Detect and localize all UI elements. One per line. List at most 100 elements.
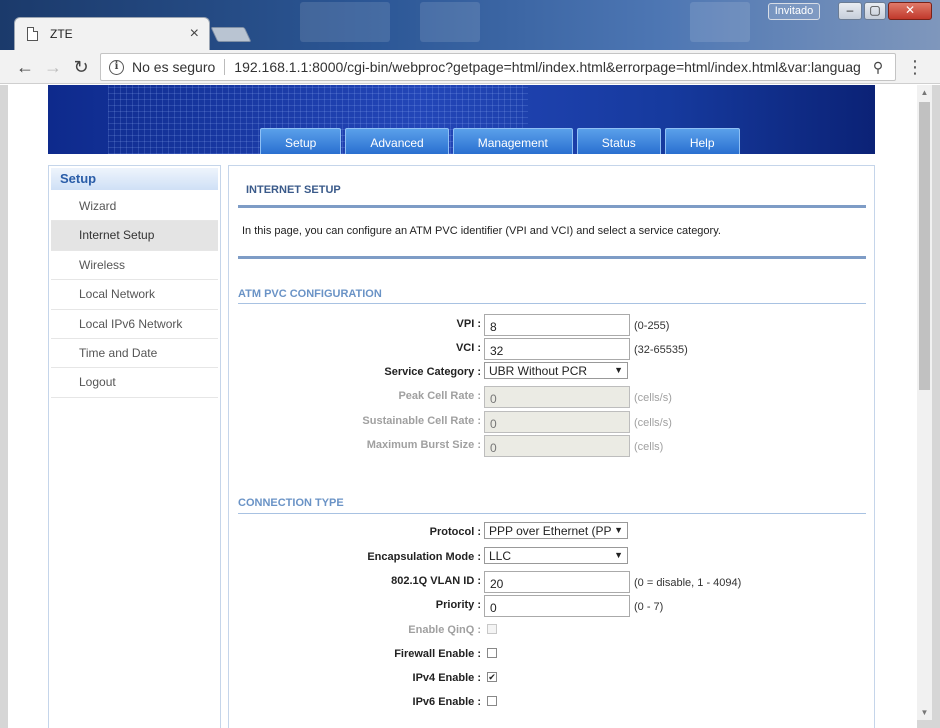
vlan-id-input[interactable]: 20 [484, 571, 630, 593]
info-icon[interactable]: i [109, 59, 124, 75]
new-tab-button[interactable] [210, 27, 252, 42]
scroll-down-icon[interactable]: ▼ [917, 705, 932, 720]
tab-advanced[interactable]: Advanced [345, 128, 449, 154]
scrollbar-thumb[interactable] [919, 102, 930, 390]
peak-cell-rate-input[interactable]: 0 [484, 386, 630, 408]
divider [238, 513, 866, 514]
vci-label: VCI : [455, 342, 481, 354]
address-separator [224, 59, 226, 75]
sustainable-cell-rate-label: Sustainable Cell Rate : [362, 415, 481, 427]
sidebar-item-wizard[interactable]: Wizard [51, 192, 218, 222]
service-category-value: UBR Without PCR [489, 364, 588, 378]
main-nav: Setup Advanced Management Status Help [260, 128, 740, 154]
divider [238, 303, 866, 304]
priority-input[interactable]: 0 [484, 595, 630, 617]
browser-menu-icon[interactable]: ⋮ [906, 57, 924, 77]
ipv4-enable-row: IPv4 Enable : ✔ [229, 668, 876, 690]
page-scrollbar[interactable]: ▲ ▼ [917, 85, 932, 720]
tab-management[interactable]: Management [452, 128, 573, 154]
vci-hint: (32-65535) [634, 344, 688, 356]
priority-hint: (0 - 7) [634, 601, 664, 613]
firewall-enable-checkbox[interactable] [487, 648, 497, 658]
browser-titlebar: ZTE × Invitado – ▢ ✕ [0, 0, 940, 50]
protocol-select[interactable]: PPP over Ethernet (PP ▼ [484, 522, 628, 539]
reload-icon[interactable]: ↻ [70, 56, 92, 78]
vpi-input[interactable]: 8 [484, 314, 630, 336]
protocol-row: Protocol : PPP over Ethernet (PP ▼ [229, 522, 876, 544]
close-icon[interactable]: ✕ [888, 2, 932, 20]
max-burst-size-label: Maximum Burst Size : [366, 439, 481, 451]
browser-toolbar: ← → ↻ i No es seguro 192.168.1.1:8000/cg… [0, 50, 940, 84]
security-status[interactable]: No es seguro [132, 59, 215, 75]
max-burst-size-input[interactable]: 0 [484, 435, 630, 457]
max-burst-size-hint: (cells) [634, 441, 664, 453]
window-frame-left [0, 85, 8, 728]
guest-profile-badge[interactable]: Invitado [768, 3, 820, 20]
encapsulation-value: LLC [489, 549, 512, 563]
zoom-icon[interactable]: ⚲ [867, 59, 889, 76]
sidebar-item-time-and-date[interactable]: Time and Date [51, 339, 218, 369]
back-arrow-icon[interactable]: ← [14, 56, 36, 78]
ipv4-enable-checkbox[interactable]: ✔ [487, 672, 497, 682]
sidebar-item-local-network[interactable]: Local Network [51, 280, 218, 310]
vpi-label: VPI : [456, 318, 481, 330]
enable-qinq-checkbox[interactable] [487, 624, 497, 634]
sidebar-item-logout[interactable]: Logout [51, 368, 218, 398]
dropdown-arrow-icon: ▼ [614, 525, 623, 535]
sustainable-cell-rate-row: Sustainable Cell Rate : 0 (cells/s) [229, 411, 876, 433]
vci-row: VCI : 32 (32-65535) [229, 338, 876, 360]
vpi-row: VPI : 8 (0-255) [229, 314, 876, 336]
section-title-atm: ATM PVC CONFIGURATION [238, 288, 382, 300]
page-icon [27, 27, 38, 41]
router-banner: Setup Advanced Management Status Help [48, 85, 875, 154]
ipv6-enable-label: IPv6 Enable : [412, 696, 481, 708]
vci-input[interactable]: 32 [484, 338, 630, 360]
tab-help[interactable]: Help [664, 128, 740, 154]
sidebar-heading: Setup [51, 168, 218, 190]
forward-arrow-icon[interactable]: → [42, 56, 64, 78]
tab-title: ZTE [50, 27, 73, 41]
peak-cell-rate-hint: (cells/s) [634, 392, 672, 404]
minimize-icon[interactable]: – [838, 2, 862, 20]
protocol-label: Protocol : [429, 526, 481, 538]
tab-setup[interactable]: Setup [260, 128, 342, 154]
peak-cell-rate-label: Peak Cell Rate : [398, 390, 481, 402]
page-intro: In this page, you can configure an ATM P… [242, 225, 721, 237]
section-title-connection: CONNECTION TYPE [238, 497, 344, 509]
background-decoration [300, 2, 390, 42]
service-category-row: Service Category : UBR Without PCR ▼ [229, 362, 876, 384]
enable-qinq-label: Enable QinQ : [408, 624, 481, 636]
url-text[interactable]: 192.168.1.1:8000/cgi-bin/webproc?getpage… [234, 59, 867, 75]
ipv6-enable-row: IPv6 Enable : [229, 692, 876, 714]
maximize-icon[interactable]: ▢ [864, 2, 886, 20]
dropdown-arrow-icon: ▼ [614, 365, 623, 375]
service-category-label: Service Category : [384, 366, 481, 378]
divider [238, 205, 866, 208]
window-frame-right [932, 85, 940, 728]
firewall-enable-label: Firewall Enable : [394, 648, 481, 660]
priority-row: Priority : 0 (0 - 7) [229, 595, 876, 617]
priority-label: Priority : [435, 599, 481, 611]
sustainable-cell-rate-input[interactable]: 0 [484, 411, 630, 433]
protocol-value: PPP over Ethernet (PP [489, 524, 612, 538]
sidebar-item-local-ipv6-network[interactable]: Local IPv6 Network [51, 310, 218, 339]
encapsulation-row: Encapsulation Mode : LLC ▼ [229, 547, 876, 569]
main-content: INTERNET SETUP In this page, you can con… [228, 165, 875, 728]
ipv6-enable-checkbox[interactable] [487, 696, 497, 706]
vpi-hint: (0-255) [634, 320, 670, 332]
background-decoration [420, 2, 480, 42]
service-category-select[interactable]: UBR Without PCR ▼ [484, 362, 628, 379]
browser-tab[interactable]: ZTE × [14, 17, 210, 50]
close-tab-icon[interactable]: × [190, 26, 199, 42]
encapsulation-select[interactable]: LLC ▼ [484, 547, 628, 564]
address-bar[interactable]: i No es seguro 192.168.1.1:8000/cgi-bin/… [100, 53, 896, 81]
sidebar-item-wireless[interactable]: Wireless [51, 251, 218, 281]
scroll-up-icon[interactable]: ▲ [917, 85, 932, 100]
sidebar-item-internet-setup[interactable]: Internet Setup [51, 221, 218, 251]
ipv4-enable-label: IPv4 Enable : [412, 672, 481, 684]
enable-qinq-row: Enable QinQ : [229, 620, 876, 642]
encapsulation-label: Encapsulation Mode : [367, 551, 481, 563]
vlan-id-hint: (0 = disable, 1 - 4094) [634, 577, 742, 589]
tab-status[interactable]: Status [576, 128, 661, 154]
firewall-enable-row: Firewall Enable : [229, 644, 876, 666]
